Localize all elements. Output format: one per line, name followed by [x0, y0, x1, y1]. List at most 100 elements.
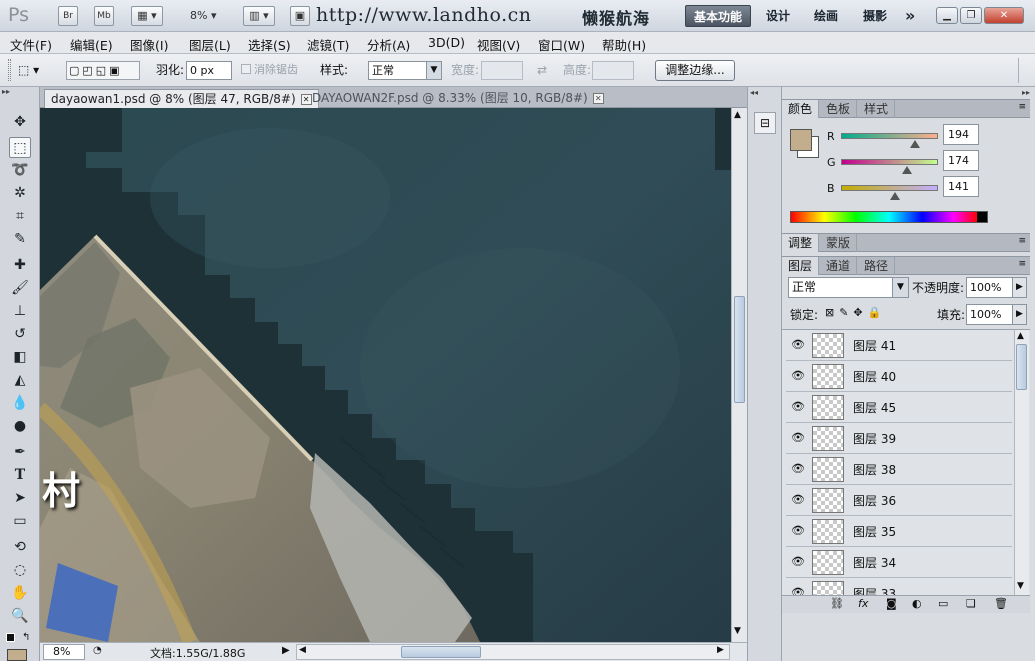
- marquee-tool-icon[interactable]: ⬚: [9, 137, 31, 158]
- restore-button[interactable]: ❐: [960, 7, 982, 24]
- selection-mode-buttons[interactable]: ▢◰◱▣: [66, 61, 140, 80]
- toolbar-collapse-icon[interactable]: ▸▸: [2, 88, 38, 96]
- arrange-documents-button[interactable]: ▥ ▾: [243, 6, 275, 26]
- lasso-tool-icon[interactable]: ➰: [9, 160, 31, 181]
- zoom-level-dropdown[interactable]: 8% ▾: [190, 9, 216, 22]
- blue-value-input[interactable]: 141: [943, 176, 979, 197]
- close-icon[interactable]: ✕: [592, 93, 604, 104]
- opacity-arrow-icon[interactable]: ▶: [1012, 278, 1026, 297]
- menu-help[interactable]: 帮助(H): [602, 35, 646, 54]
- eye-icon[interactable]: 👁: [789, 553, 807, 571]
- menu-window[interactable]: 窗口(W): [538, 35, 585, 54]
- eye-icon[interactable]: 👁: [789, 584, 807, 595]
- crop-tool-icon[interactable]: ⌗: [9, 206, 31, 227]
- green-slider[interactable]: [841, 159, 938, 165]
- hscroll-thumb[interactable]: [401, 646, 481, 658]
- tab-adjustments[interactable]: 调整: [782, 234, 820, 252]
- panel-menu-icon[interactable]: ≡: [1018, 236, 1026, 246]
- default-colors-icon[interactable]: [6, 633, 15, 642]
- layers-scroll-thumb[interactable]: [1016, 344, 1027, 390]
- brush-tool-icon[interactable]: 🖌: [9, 278, 31, 299]
- workspace-painting[interactable]: 绘画: [806, 5, 846, 27]
- screen-mode-button[interactable]: ▣: [290, 6, 310, 26]
- swap-icon[interactable]: ⇄: [537, 63, 547, 77]
- view-extras-button[interactable]: ▦ ▾: [131, 6, 163, 26]
- refine-edge-button[interactable]: 调整边缘...: [655, 60, 735, 81]
- tool-preset-picker[interactable]: ⬚ ▾: [18, 61, 54, 80]
- menu-file[interactable]: 文件(F): [10, 35, 52, 54]
- foreground-color-swatch[interactable]: [7, 649, 27, 661]
- blue-slider-thumb[interactable]: [889, 192, 900, 200]
- lock-options-icons[interactable]: ⊠✎✥🔒: [825, 306, 886, 319]
- scroll-up-icon[interactable]: ▲: [734, 110, 741, 120]
- layer-row[interactable]: 👁 图层 34: [786, 547, 1012, 578]
- group-icon[interactable]: ▭: [938, 597, 948, 610]
- clone-stamp-tool-icon[interactable]: ⊥: [9, 301, 31, 322]
- history-panel-icon[interactable]: ⊟: [754, 112, 776, 134]
- scroll-down-icon[interactable]: ▼: [1017, 581, 1024, 591]
- layer-row[interactable]: 👁 图层 40: [786, 361, 1012, 392]
- tab-document-2[interactable]: DAYAOWAN2F.psd @ 8.33% (图层 10, RGB/8#) ✕: [306, 89, 610, 108]
- eyedropper-tool-icon[interactable]: ✎: [9, 229, 31, 250]
- scroll-right-icon[interactable]: ▶: [717, 645, 724, 655]
- tab-paths[interactable]: 路径: [858, 257, 896, 275]
- width-input[interactable]: [481, 61, 523, 80]
- type-tool-icon[interactable]: T: [9, 465, 31, 486]
- panel-menu-icon[interactable]: ≡: [1018, 259, 1026, 269]
- green-slider-thumb[interactable]: [902, 166, 913, 174]
- layers-scrollbar[interactable]: ▲ ▼: [1014, 330, 1029, 595]
- eye-icon[interactable]: 👁: [789, 491, 807, 509]
- workspace-design[interactable]: 设计: [758, 5, 798, 27]
- blur-tool-icon[interactable]: 💧: [9, 393, 31, 414]
- opacity-input[interactable]: 100% ▶: [966, 277, 1027, 298]
- red-slider-thumb[interactable]: [909, 140, 920, 148]
- tab-channels[interactable]: 通道: [820, 257, 858, 275]
- menu-filter[interactable]: 滤镜(T): [307, 35, 349, 54]
- tab-styles[interactable]: 样式: [858, 100, 896, 118]
- style-select[interactable]: 正常 ▼: [368, 61, 442, 80]
- path-selection-tool-icon[interactable]: ➤: [9, 488, 31, 509]
- layer-row[interactable]: 👁 图层 36: [786, 485, 1012, 516]
- red-slider[interactable]: [841, 133, 938, 139]
- 3d-orbit-tool-icon[interactable]: ◌: [9, 560, 31, 581]
- tab-swatches[interactable]: 色板: [820, 100, 858, 118]
- menu-edit[interactable]: 编辑(E): [70, 35, 113, 54]
- workspace-essentials[interactable]: 基本功能: [685, 5, 752, 27]
- blend-mode-select[interactable]: 正常 ▼: [788, 277, 909, 298]
- close-button[interactable]: ✕: [984, 7, 1024, 24]
- eye-icon[interactable]: 👁: [789, 522, 807, 540]
- swap-colors-icon[interactable]: ↰: [22, 632, 30, 643]
- adjustment-icon[interactable]: ◐: [912, 597, 922, 610]
- status-info-icon[interactable]: ◔: [93, 645, 102, 656]
- scroll-down-icon[interactable]: ▼: [734, 626, 741, 636]
- workspace-photography[interactable]: 摄影: [855, 5, 895, 27]
- minimize-button[interactable]: ▁: [936, 7, 958, 24]
- layer-row[interactable]: 👁 图层 45: [786, 392, 1012, 423]
- feather-input[interactable]: 0 px: [186, 61, 232, 80]
- blue-slider[interactable]: [841, 185, 938, 191]
- fx-icon[interactable]: fx: [858, 597, 868, 610]
- trash-icon[interactable]: 🗑: [994, 597, 1008, 610]
- healing-brush-tool-icon[interactable]: ✚: [9, 255, 31, 276]
- status-zoom-input[interactable]: 8%: [43, 644, 85, 660]
- paint-bucket-tool-icon[interactable]: ◭: [9, 370, 31, 391]
- document-canvas[interactable]: 村: [40, 108, 731, 642]
- menu-image[interactable]: 图像(I): [130, 35, 168, 54]
- panels-collapse-icon[interactable]: ▸▸: [1022, 88, 1030, 97]
- eye-icon[interactable]: 👁: [789, 336, 807, 354]
- eye-icon[interactable]: 👁: [789, 367, 807, 385]
- height-input[interactable]: [592, 61, 634, 80]
- layer-row[interactable]: 👁 图层 41: [786, 330, 1012, 361]
- more-workspaces-button[interactable]: »: [897, 5, 923, 27]
- eye-icon[interactable]: 👁: [789, 429, 807, 447]
- eraser-tool-icon[interactable]: ◧: [9, 347, 31, 368]
- panel-strip-collapse-icon[interactable]: ◂◂: [750, 88, 758, 97]
- 3d-rotate-tool-icon[interactable]: ⟲: [9, 537, 31, 558]
- panel-menu-icon[interactable]: ≡: [1018, 102, 1026, 112]
- eye-icon[interactable]: 👁: [789, 460, 807, 478]
- dodge-tool-icon[interactable]: ●: [9, 416, 31, 437]
- move-tool-icon[interactable]: ✥: [9, 112, 31, 133]
- fill-arrow-icon[interactable]: ▶: [1012, 305, 1026, 324]
- menu-layer[interactable]: 图层(L): [189, 35, 231, 54]
- quick-select-tool-icon[interactable]: ✲: [9, 183, 31, 204]
